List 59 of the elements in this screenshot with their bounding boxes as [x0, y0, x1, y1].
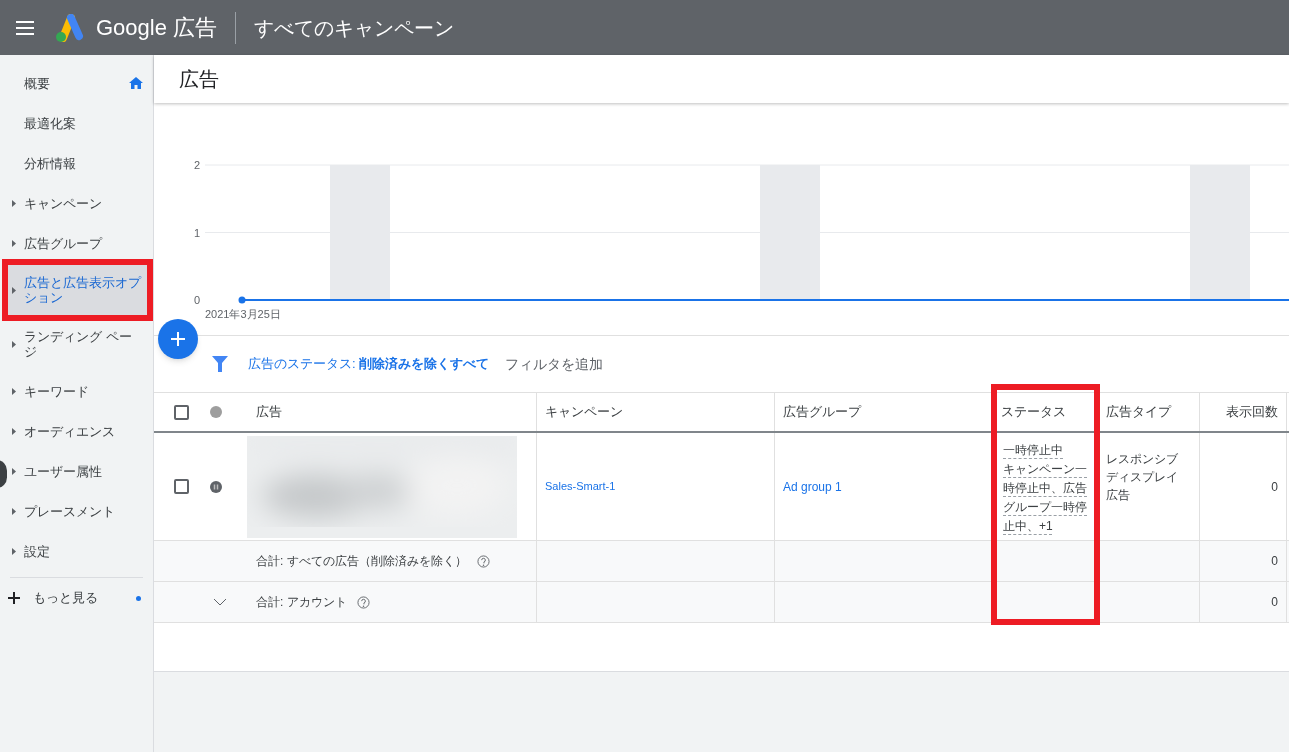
product-name: Google 広告: [96, 14, 218, 42]
table-cell-text: 0: [1271, 594, 1278, 611]
column-header[interactable]: キャンペーン: [545, 402, 623, 422]
paused-icon: [210, 480, 222, 493]
y-tick-label: 1: [193, 226, 200, 239]
checkbox[interactable]: [174, 404, 189, 420]
sidebar-item[interactable]: 概要: [8, 63, 153, 103]
caret-icon: [12, 239, 16, 247]
help-icon[interactable]: [356, 595, 370, 609]
column-header[interactable]: 広告タイプ: [1106, 402, 1171, 422]
sidebar-item[interactable]: 分析情報: [8, 143, 153, 183]
page-heading: すべてのキャンペーン: [254, 15, 455, 41]
sidebar-item[interactable]: 最適化案: [8, 103, 153, 143]
sidebar-item[interactable]: キャンペーン: [8, 183, 153, 223]
section-title: 広告: [179, 67, 219, 92]
column-header[interactable]: 広告: [256, 402, 282, 422]
caret-icon: [12, 340, 16, 348]
checkbox[interactable]: [174, 479, 189, 494]
home-icon: [129, 77, 143, 89]
status-text[interactable]: 一時停止中: [1003, 441, 1087, 460]
caret-icon: [12, 507, 16, 515]
column-header[interactable]: 広告グループ: [783, 402, 861, 422]
menu-icon[interactable]: [16, 20, 34, 35]
caret-icon: [12, 286, 16, 294]
table-cell-text: 0: [1271, 553, 1278, 570]
plus-icon: [171, 332, 185, 346]
logo-icon: [54, 13, 84, 42]
sidebar-item[interactable]: 設定: [8, 531, 153, 571]
chevron-down-icon[interactable]: [214, 598, 226, 606]
column-header[interactable]: ステータス: [1001, 402, 1066, 422]
sidebar-item[interactable]: プレースメント: [8, 491, 153, 531]
x-axis-label: 2021年3月25日: [205, 307, 281, 322]
plus-icon: [8, 592, 20, 604]
sidebar-item[interactable]: オーディエンス: [8, 411, 153, 451]
caret-icon: [12, 427, 16, 435]
y-tick-label: 0: [193, 294, 200, 306]
sidebar-item[interactable]: キーワード: [8, 371, 153, 411]
y-tick-label: 2: [193, 159, 200, 171]
total-label: 合計: すべての広告（削除済みを除く）: [256, 553, 467, 570]
caret-icon: [12, 387, 16, 395]
add-filter-link[interactable]: フィルタを追加: [505, 353, 604, 375]
ad-group-link[interactable]: Ad group 1: [783, 477, 842, 496]
filter-icon[interactable]: [212, 356, 228, 372]
total-label: 合計: アカウント: [256, 594, 347, 611]
sidebar-item[interactable]: 広告グループ: [8, 223, 153, 263]
add-button[interactable]: [158, 319, 198, 359]
column-header[interactable]: 表示回数: [1226, 402, 1278, 422]
table-cell-text: 0: [1271, 478, 1278, 496]
caret-icon: [12, 547, 16, 555]
caret-icon: [12, 199, 16, 207]
sidebar-item[interactable]: もっと見る: [33, 588, 136, 608]
filter-chip[interactable]: 広告のステータス: 削除済みを除くすべて: [248, 354, 490, 374]
help-icon[interactable]: [476, 554, 490, 568]
campaign-link[interactable]: Sales-Smart-1: [545, 478, 616, 495]
table-cell-text: レスポンシブディスプレイ広告: [1106, 451, 1179, 504]
caret-icon: [12, 467, 16, 475]
sidebar-item[interactable]: ランディング ページ: [8, 317, 153, 371]
sidebar-item[interactable]: ユーザー属性: [8, 451, 153, 491]
status-text[interactable]: キャンペーン一時停止中、広告グループ一時停止中、+1: [1003, 460, 1087, 536]
